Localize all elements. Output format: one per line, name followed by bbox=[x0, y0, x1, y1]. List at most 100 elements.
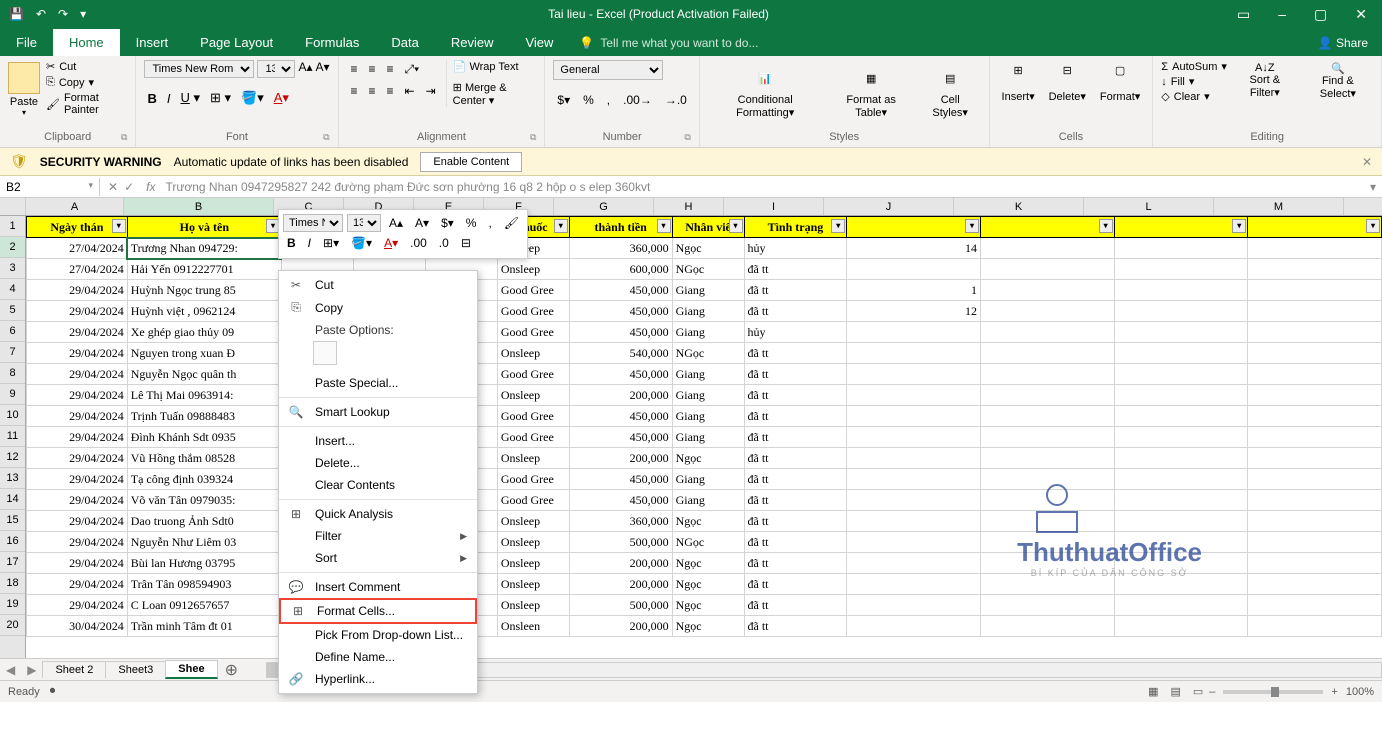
qat-customize-icon[interactable]: ▾ bbox=[76, 5, 90, 23]
cell[interactable]: 360,000 bbox=[569, 238, 672, 259]
cell[interactable]: 450,000 bbox=[569, 322, 672, 343]
format-as-table-button[interactable]: ▦Format as Table▾ bbox=[829, 60, 914, 121]
increase-indent-icon[interactable]: ⇥ bbox=[422, 82, 440, 100]
cell[interactable] bbox=[1114, 238, 1248, 259]
table-header-cell[interactable]: ▾ bbox=[847, 217, 981, 238]
increase-font-icon[interactable]: A▴ bbox=[298, 60, 312, 78]
cell[interactable]: Hải Yến 0912227701 bbox=[127, 259, 281, 280]
cell[interactable]: Giang bbox=[672, 385, 744, 406]
cell[interactable]: Ngọc bbox=[672, 511, 744, 532]
tab-review[interactable]: Review bbox=[435, 29, 510, 56]
cell[interactable]: 600,000 bbox=[569, 259, 672, 280]
format-cells-button[interactable]: ▢Format▾ bbox=[1096, 60, 1144, 105]
cell[interactable]: Giang bbox=[672, 490, 744, 511]
cell[interactable]: Ngọc bbox=[672, 595, 744, 616]
cell[interactable]: 29/04/2024 bbox=[27, 322, 128, 343]
cell[interactable]: Ngọc bbox=[672, 238, 744, 259]
cell[interactable] bbox=[1248, 364, 1382, 385]
cell[interactable]: đã tt bbox=[744, 469, 847, 490]
cell[interactable]: Onsleen bbox=[497, 616, 569, 637]
cell[interactable]: 29/04/2024 bbox=[27, 385, 128, 406]
column-header[interactable]: I bbox=[724, 198, 824, 215]
cell[interactable] bbox=[1114, 406, 1248, 427]
accounting-icon[interactable]: $▾ bbox=[553, 91, 574, 109]
cell[interactable]: 29/04/2024 bbox=[27, 343, 128, 364]
cancel-formula-icon[interactable]: ✕ bbox=[108, 180, 118, 194]
cell[interactable] bbox=[980, 238, 1114, 259]
table-header-cell[interactable]: Nhân viê▾ bbox=[672, 217, 744, 238]
cell[interactable]: đã tt bbox=[744, 364, 847, 385]
cell[interactable] bbox=[847, 322, 981, 343]
cell[interactable]: 500,000 bbox=[569, 595, 672, 616]
mini-accounting-icon[interactable]: $▾ bbox=[437, 214, 458, 232]
row-header[interactable]: 13 bbox=[0, 468, 25, 489]
cell[interactable] bbox=[980, 280, 1114, 301]
row-header[interactable]: 6 bbox=[0, 321, 25, 342]
mini-size-select[interactable]: 13 bbox=[347, 214, 381, 232]
cell[interactable]: Trần minh Tâm đt 01 bbox=[127, 616, 281, 637]
zoom-in-icon[interactable]: + bbox=[1331, 686, 1337, 698]
alignment-launcher-icon[interactable]: ⧉ bbox=[530, 132, 536, 143]
cell[interactable]: 200,000 bbox=[569, 553, 672, 574]
paste-option-icon[interactable] bbox=[313, 341, 337, 365]
decrease-indent-icon[interactable]: ⇤ bbox=[401, 82, 419, 100]
decrease-decimal-icon[interactable]: →.0 bbox=[661, 91, 691, 109]
cell[interactable] bbox=[847, 595, 981, 616]
cell[interactable]: Good Gree bbox=[497, 427, 569, 448]
cell[interactable]: 29/04/2024 bbox=[27, 511, 128, 532]
font-color-button[interactable]: A▾ bbox=[271, 88, 292, 108]
ctx-pick-dropdown[interactable]: Pick From Drop-down List... bbox=[279, 624, 477, 646]
cell[interactable] bbox=[980, 322, 1114, 343]
tab-home[interactable]: Home bbox=[53, 29, 120, 56]
mini-increase-font-icon[interactable]: A▴ bbox=[385, 214, 407, 232]
ctx-insert-comment[interactable]: 💬Insert Comment bbox=[279, 576, 477, 598]
cell[interactable]: NGọc bbox=[672, 343, 744, 364]
row-header[interactable]: 16 bbox=[0, 531, 25, 552]
zoom-level[interactable]: 100% bbox=[1346, 686, 1374, 698]
cell[interactable]: Onsleep bbox=[497, 595, 569, 616]
cell[interactable]: đã tt bbox=[744, 553, 847, 574]
new-sheet-icon[interactable]: ⊕ bbox=[217, 660, 246, 680]
cell[interactable] bbox=[980, 427, 1114, 448]
cell[interactable]: Xe ghép giao thủy 09 bbox=[127, 322, 281, 343]
cell[interactable]: Ngọc bbox=[672, 616, 744, 637]
share-button[interactable]: 👤 Share bbox=[1304, 30, 1382, 56]
cell[interactable]: Good Gree bbox=[497, 406, 569, 427]
cell[interactable] bbox=[1114, 511, 1248, 532]
mini-font-color-icon[interactable]: A▾ bbox=[380, 234, 402, 252]
cell[interactable]: 200,000 bbox=[569, 448, 672, 469]
row-header[interactable]: 12 bbox=[0, 447, 25, 468]
cell[interactable]: 29/04/2024 bbox=[27, 406, 128, 427]
row-header[interactable]: 14 bbox=[0, 489, 25, 510]
filter-icon[interactable]: ▾ bbox=[554, 219, 568, 233]
cell[interactable]: đã tt bbox=[744, 385, 847, 406]
ctx-quick-analysis[interactable]: ⊞Quick Analysis bbox=[279, 503, 477, 525]
formula-input[interactable]: Trương Nhan 0947295827 242 đường phạm Đứ… bbox=[159, 178, 1364, 196]
cell[interactable] bbox=[1248, 595, 1382, 616]
filter-icon[interactable]: ▾ bbox=[965, 219, 979, 233]
cell[interactable]: đã tt bbox=[744, 532, 847, 553]
cell[interactable]: 27/04/2024 bbox=[27, 259, 128, 280]
comma-icon[interactable]: , bbox=[603, 91, 614, 109]
cell[interactable]: Bùi lan Hương 03795 bbox=[127, 553, 281, 574]
cell[interactable]: Good Gree bbox=[497, 301, 569, 322]
cell[interactable]: NGọc bbox=[672, 259, 744, 280]
security-close-icon[interactable]: ✕ bbox=[1362, 155, 1372, 169]
row-header[interactable]: 10 bbox=[0, 405, 25, 426]
redo-icon[interactable]: ↷ bbox=[54, 5, 72, 23]
cell[interactable]: Onsleep bbox=[497, 259, 569, 280]
cell[interactable]: Onsleep bbox=[497, 553, 569, 574]
cell[interactable]: đã tt bbox=[744, 490, 847, 511]
cell[interactable]: Giang bbox=[672, 364, 744, 385]
enter-formula-icon[interactable]: ✓ bbox=[124, 180, 134, 194]
filter-icon[interactable]: ▾ bbox=[831, 219, 845, 233]
ctx-sort[interactable]: Sort▶ bbox=[279, 547, 477, 569]
cell[interactable]: Giang bbox=[672, 280, 744, 301]
cell[interactable]: hủy bbox=[744, 238, 847, 259]
cell[interactable]: Huỳnh Ngọc trung 85 bbox=[127, 280, 281, 301]
cell[interactable] bbox=[1248, 322, 1382, 343]
cell[interactable] bbox=[980, 574, 1114, 595]
cell[interactable] bbox=[1114, 490, 1248, 511]
cell[interactable] bbox=[980, 616, 1114, 637]
mini-border-icon[interactable]: ⊞▾ bbox=[319, 234, 343, 252]
